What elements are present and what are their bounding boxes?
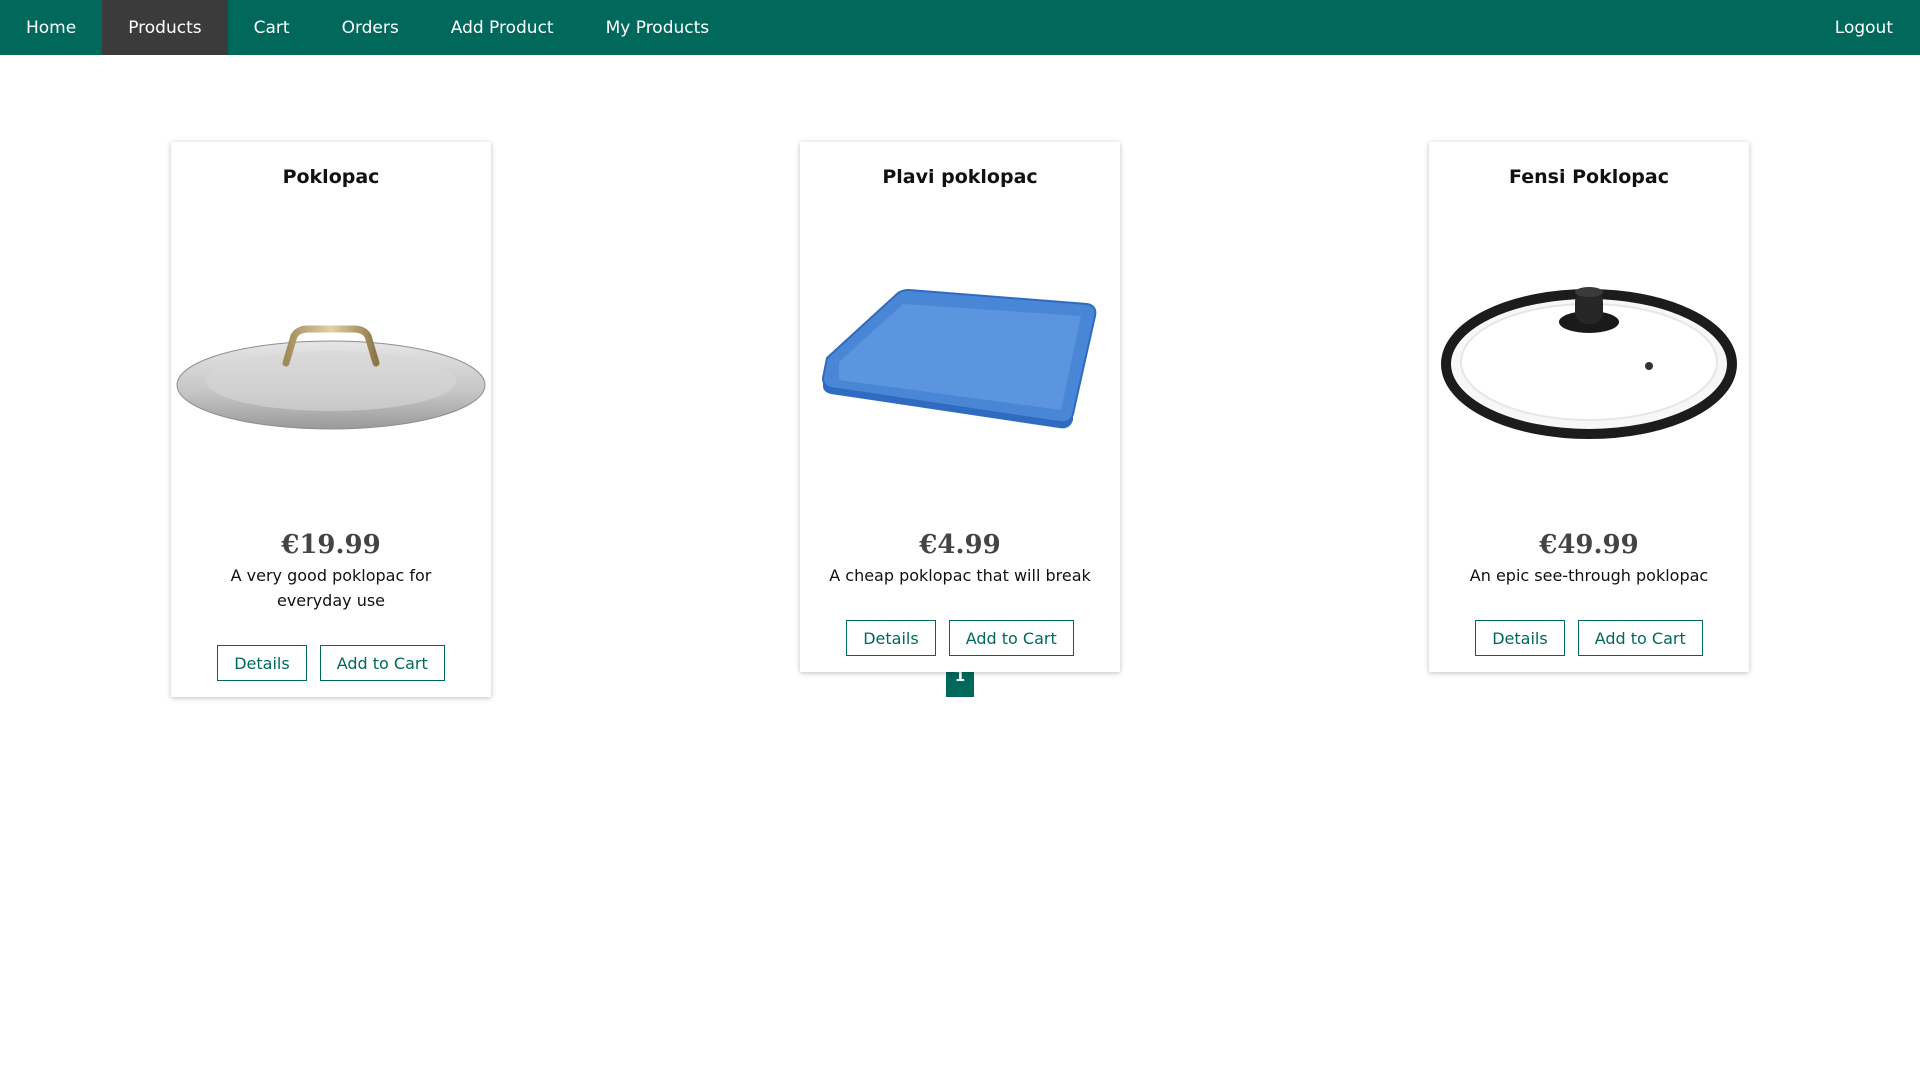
product-image-lid-glass[interactable] [1434, 196, 1744, 526]
logout-link[interactable]: Logout [1809, 0, 1920, 55]
product-image-lid-steel[interactable] [176, 196, 486, 526]
product-description: An epic see-through poklopac [1469, 566, 1709, 585]
nav-my-products[interactable]: My Products [580, 0, 736, 55]
product-card: Poklopac €19.99 A very good poklopac for… [171, 142, 491, 697]
product-description: A cheap poklopac that will break [829, 566, 1091, 585]
product-price: €19.99 [281, 530, 381, 560]
product-actions: Details Add to Cart [1475, 620, 1703, 656]
details-button[interactable]: Details [1475, 620, 1565, 656]
product-price: €4.99 [919, 530, 1001, 560]
steel-lid-icon [176, 325, 486, 430]
product-title: Plavi poklopac [882, 166, 1038, 188]
product-description: A very good poklopac for everyday use [230, 566, 432, 610]
top-nav: Home Products Cart Orders Add Product My… [0, 0, 1920, 55]
nav-add-product[interactable]: Add Product [425, 0, 580, 55]
product-title: Fensi Poklopac [1509, 166, 1669, 188]
product-grid: Poklopac €19.99 A very good poklopac for… [0, 55, 1920, 697]
details-button[interactable]: Details [217, 645, 307, 681]
product-actions: Details Add to Cart [846, 620, 1074, 656]
nav-home[interactable]: Home [0, 0, 102, 55]
glass-lid-icon [1441, 287, 1737, 439]
product-card: Plavi poklopac €4.99 A cheap poklopac th… [800, 142, 1120, 672]
add-to-cart-button[interactable]: Add to Cart [319, 645, 445, 681]
product-card: Fensi Poklopac €49.99 An epic see-throug… [1429, 142, 1749, 672]
product-actions: Details Add to Cart [217, 645, 445, 681]
add-to-cart-button[interactable]: Add to Cart [948, 620, 1074, 656]
add-to-cart-button[interactable]: Add to Cart [1577, 620, 1703, 656]
blue-lid-icon [821, 288, 1097, 429]
nav-orders[interactable]: Orders [316, 0, 425, 55]
nav-cart[interactable]: Cart [228, 0, 316, 55]
product-title: Poklopac [282, 166, 380, 188]
product-image-lid-blue[interactable] [805, 196, 1115, 526]
nav-products[interactable]: Products [102, 0, 228, 55]
product-price: €49.99 [1539, 530, 1639, 560]
details-button[interactable]: Details [846, 620, 936, 656]
